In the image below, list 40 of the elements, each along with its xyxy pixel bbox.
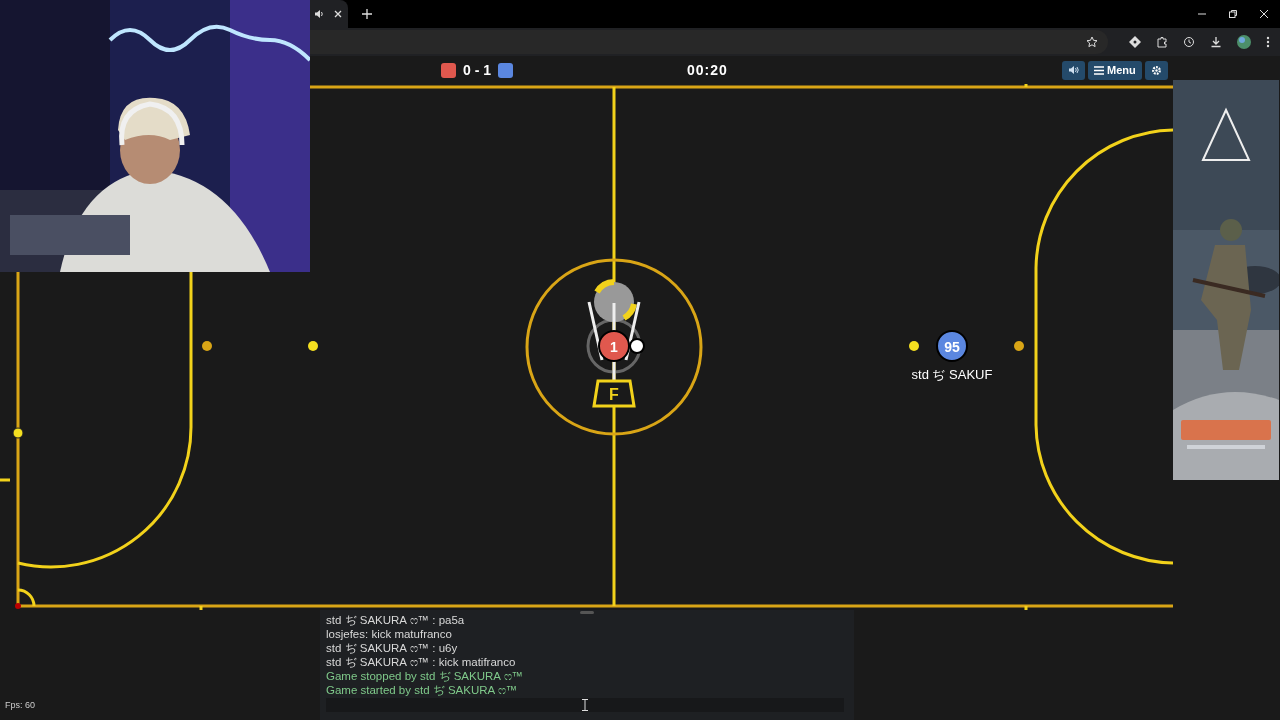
profile-avatar-icon[interactable] [1237, 35, 1251, 49]
fps-counter: Fps: 60 [5, 700, 35, 710]
puzzle-icon[interactable] [1156, 36, 1168, 48]
history-icon[interactable] [1183, 36, 1195, 48]
more-icon[interactable] [1266, 36, 1270, 48]
goal-post [308, 341, 318, 351]
player-number: 1 [610, 339, 618, 355]
goal-post [1014, 341, 1024, 351]
chat-input-field[interactable] [326, 698, 844, 712]
speaker-icon [1068, 65, 1079, 75]
goal-post [12, 427, 24, 439]
close-icon[interactable] [334, 10, 342, 18]
chat-message: Game stopped by std ぢ SAKURA ෆ™ [326, 669, 524, 683]
chat-message: std ぢ SAKURA ෆ™ : u6y [326, 641, 458, 655]
player-number: 95 [944, 339, 960, 355]
close-icon[interactable] [1259, 9, 1269, 19]
download-icon[interactable] [1210, 36, 1222, 48]
diamond-icon[interactable] [1129, 36, 1141, 48]
sound-button[interactable] [1062, 60, 1085, 80]
menu-button[interactable]: Menu [1088, 60, 1142, 80]
ball [629, 338, 645, 354]
resize-handle[interactable] [580, 611, 594, 614]
logo-letter: F [609, 386, 619, 403]
chat-message: std ぢ SAKURA ෆ™ : kick matifranco [326, 655, 516, 669]
restore-icon[interactable] [1228, 9, 1238, 19]
settings-button[interactable] [1144, 60, 1168, 80]
player-name: std ぢ SAKUF [911, 367, 993, 382]
goal-post [909, 341, 919, 351]
match-timer: 00:20 [687, 62, 728, 78]
new-tab-icon[interactable] [362, 9, 372, 19]
speaker-icon[interactable] [314, 9, 324, 19]
star-icon[interactable] [1086, 36, 1098, 48]
chat-message: std ぢ SAKURA ෆ™ : pa5a [326, 613, 465, 627]
gear-icon [1150, 64, 1162, 76]
menu-icon [1094, 65, 1104, 75]
goal-post [202, 341, 212, 351]
chat-message: losjefes: kick matufranco [326, 627, 452, 641]
score: 0 - 1 [463, 62, 491, 78]
text-cursor-icon [582, 699, 588, 711]
chat-message: Game started by std ぢ SAKURA ෆ™ [326, 683, 518, 697]
